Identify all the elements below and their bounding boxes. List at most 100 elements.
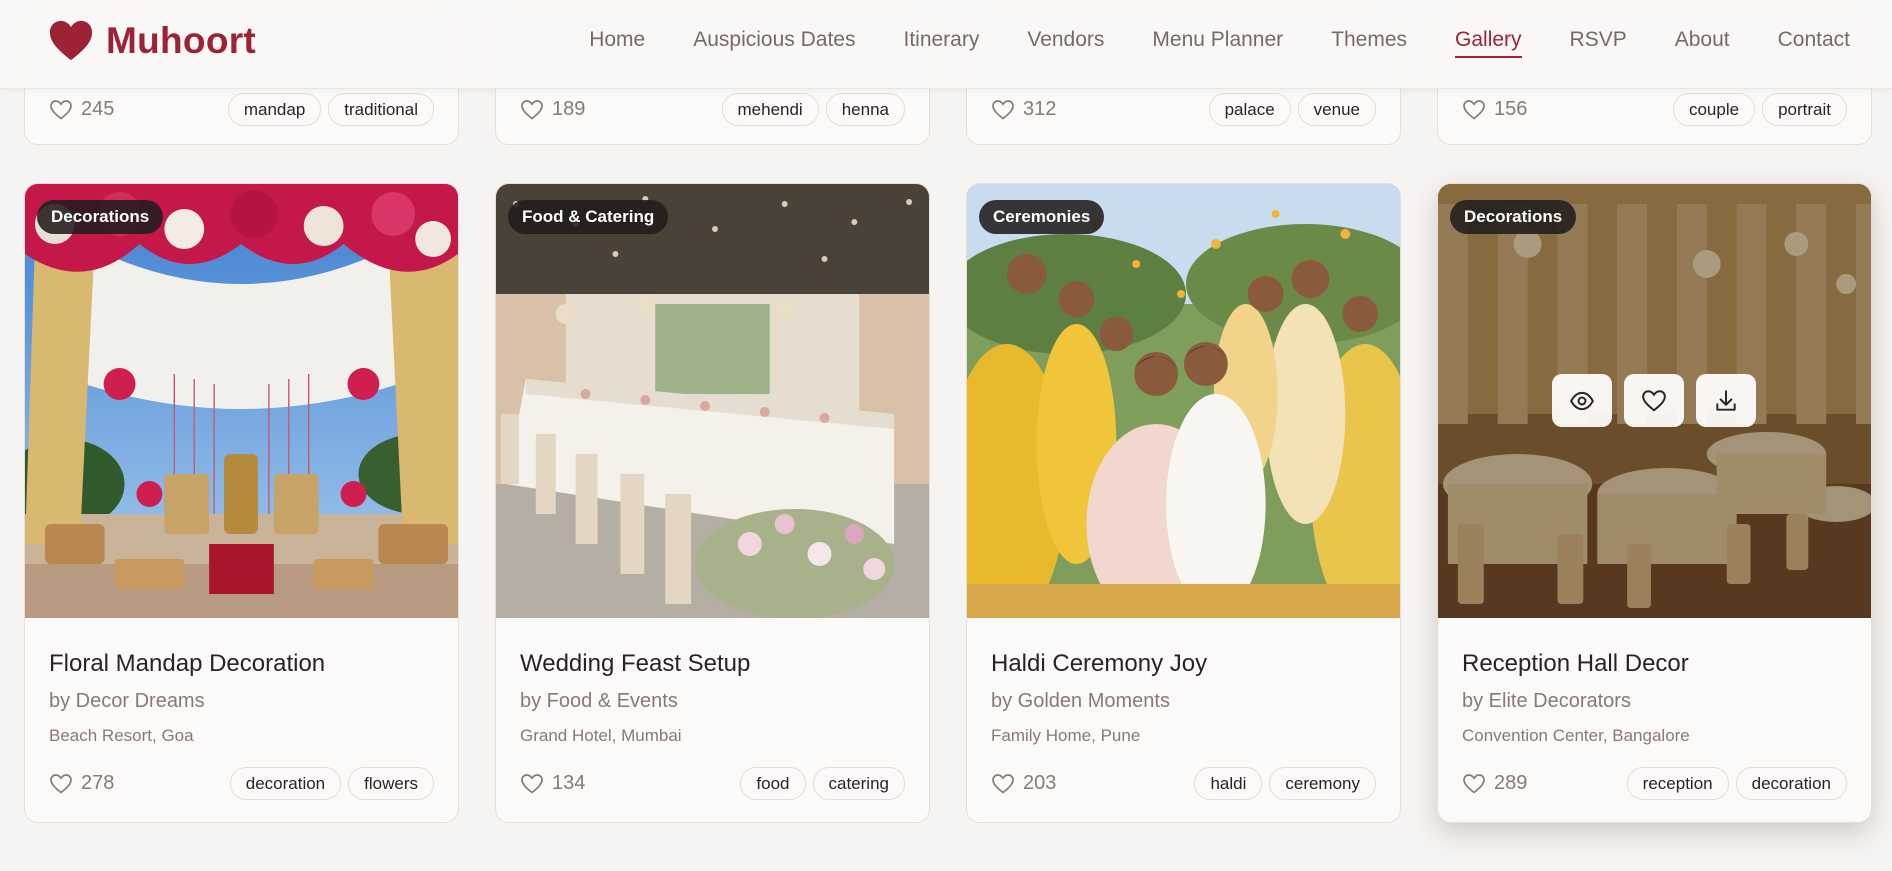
card-author: by Golden Moments: [991, 690, 1170, 712]
like-count: 312: [1023, 98, 1057, 120]
tag[interactable]: food: [740, 767, 806, 800]
gallery-image[interactable]: Food & Catering: [496, 184, 929, 618]
site-header: Muhoort Home Auspicious Dates Itinerary …: [0, 0, 1892, 89]
card-location: Beach Resort, Goa: [49, 726, 194, 745]
feast-photo: [496, 184, 929, 618]
tag[interactable]: palace: [1208, 93, 1291, 126]
gallery-card[interactable]: Decorations Reception Hall Decor by Elit…: [1437, 183, 1872, 823]
heart-icon: [50, 773, 72, 794]
tag-list: couple portrait: [1672, 93, 1847, 126]
eye-icon: [1570, 391, 1594, 410]
like-button[interactable]: 278: [49, 772, 114, 796]
tag[interactable]: traditional: [328, 93, 434, 126]
card-footer: 278 decoration flowers: [49, 767, 434, 800]
main-nav: Home Auspicious Dates Itinerary Vendors …: [589, 28, 1850, 58]
tag[interactable]: henna: [825, 93, 905, 126]
like-button[interactable]: 134: [520, 772, 585, 796]
card-info: Haldi Ceremony Joy by Golden Moments Fam…: [991, 649, 1376, 800]
gallery-image[interactable]: Decorations: [25, 184, 458, 618]
brand-logo[interactable]: Muhoort: [48, 18, 256, 64]
card-author: by Food & Events: [520, 690, 678, 712]
tag[interactable]: catering: [812, 767, 905, 800]
tag[interactable]: venue: [1297, 93, 1376, 126]
like-count: 245: [81, 98, 115, 120]
card-location: Convention Center, Bangalore: [1462, 726, 1690, 745]
card-info: Reception Hall Decor by Elite Decorators…: [1462, 649, 1847, 800]
like-count: 134: [552, 772, 586, 794]
like-count: 156: [1494, 98, 1528, 120]
heart-icon: [1642, 389, 1666, 411]
like-count: 289: [1494, 772, 1528, 794]
nav-contact[interactable]: Contact: [1778, 28, 1850, 56]
view-button[interactable]: [1552, 374, 1612, 427]
tag[interactable]: decoration: [1735, 767, 1847, 800]
like-button[interactable]: 189: [520, 98, 585, 122]
tag[interactable]: mehendi: [721, 93, 819, 126]
nav-home[interactable]: Home: [589, 28, 645, 56]
tag[interactable]: ceremony: [1269, 767, 1376, 800]
card-footer: 134 food catering: [520, 767, 905, 800]
card-footer: 289 reception decoration: [1462, 767, 1847, 800]
like-button[interactable]: 203: [991, 772, 1056, 796]
tag[interactable]: haldi: [1194, 767, 1263, 800]
tag[interactable]: mandap: [227, 93, 322, 126]
heart-icon: [1463, 773, 1485, 794]
like-count: 203: [1023, 772, 1057, 794]
tag-list: haldi ceremony: [1194, 767, 1376, 800]
haldi-photo: [967, 184, 1400, 618]
card-footer: 312 palace venue: [991, 93, 1376, 126]
download-button[interactable]: [1696, 374, 1756, 427]
nav-themes[interactable]: Themes: [1331, 28, 1407, 56]
like-count: 278: [81, 772, 115, 794]
tag[interactable]: portrait: [1762, 93, 1847, 126]
nav-about[interactable]: About: [1675, 28, 1730, 56]
card-info: Wedding Feast Setup by Food & Events Gra…: [520, 649, 905, 800]
tag[interactable]: decoration: [229, 767, 342, 800]
like-button[interactable]: 156: [1462, 98, 1527, 122]
like-button[interactable]: 289: [1462, 772, 1527, 796]
like-button[interactable]: 312: [991, 98, 1056, 122]
card-title: Haldi Ceremony Joy: [991, 650, 1208, 677]
tag[interactable]: flowers: [348, 767, 434, 800]
like-button[interactable]: 245: [49, 98, 114, 122]
card-footer: 156 couple portrait: [1462, 93, 1847, 126]
nav-rsvp[interactable]: RSVP: [1570, 28, 1627, 56]
card-info: Floral Mandap Decoration by Decor Dreams…: [49, 649, 434, 800]
card-footer: 245 mandap traditional: [49, 93, 434, 126]
category-badge: Decorations: [1450, 200, 1577, 234]
category-badge: Food & Catering: [508, 200, 669, 234]
card-footer: 189 mehendi henna: [520, 93, 905, 126]
gallery-card[interactable]: Food & Catering Wedding Feast Setup by F…: [495, 183, 930, 823]
heart-icon: [521, 773, 543, 794]
gallery-image[interactable]: Decorations: [1438, 184, 1871, 618]
gallery-image[interactable]: Ceremonies: [967, 184, 1400, 618]
card-title: Floral Mandap Decoration: [49, 650, 326, 677]
heart-icon: [1463, 99, 1485, 120]
like-count: 189: [552, 98, 586, 120]
tag-list: decoration flowers: [229, 767, 434, 800]
tag[interactable]: couple: [1672, 93, 1756, 126]
tag-list: reception decoration: [1626, 767, 1847, 800]
category-badge: Ceremonies: [979, 200, 1105, 234]
nav-auspicious-dates[interactable]: Auspicious Dates: [693, 28, 855, 56]
card-footer: 203 haldi ceremony: [991, 767, 1376, 800]
category-badge: Decorations: [37, 200, 164, 234]
nav-itinerary[interactable]: Itinerary: [903, 28, 979, 56]
nav-gallery[interactable]: Gallery: [1455, 28, 1522, 58]
gallery-card[interactable]: Decorations Floral Mandap Decoration by …: [24, 183, 459, 823]
card-title: Reception Hall Decor: [1462, 650, 1689, 677]
tag[interactable]: reception: [1626, 767, 1729, 800]
tag-list: mehendi henna: [721, 93, 905, 126]
brand-name: Muhoort: [106, 20, 257, 61]
heart-icon: [50, 99, 72, 120]
nav-vendors[interactable]: Vendors: [1027, 28, 1104, 56]
tag-list: food catering: [740, 767, 905, 800]
favorite-button[interactable]: [1624, 374, 1684, 427]
heart-icon: [521, 99, 543, 120]
nav-menu-planner[interactable]: Menu Planner: [1152, 28, 1283, 56]
card-location: Grand Hotel, Mumbai: [520, 726, 682, 745]
heart-logo-icon: [49, 20, 93, 61]
gallery-card[interactable]: Ceremonies Haldi Ceremony Joy by Golden …: [966, 183, 1401, 823]
card-author: by Decor Dreams: [49, 690, 205, 712]
card-title: Wedding Feast Setup: [520, 650, 751, 677]
